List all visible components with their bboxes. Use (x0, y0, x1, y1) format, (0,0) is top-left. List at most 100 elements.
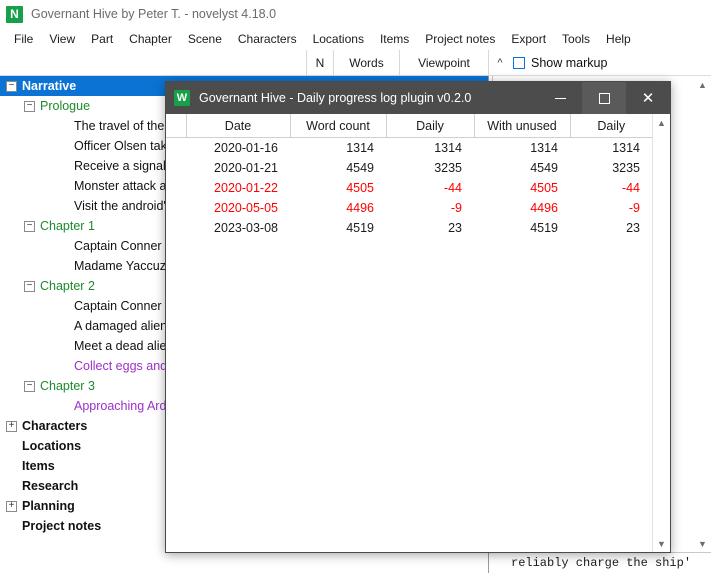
cell-daily-unused: 3235 (612, 161, 640, 175)
column-header-tree[interactable] (0, 50, 307, 75)
menu-item-tools[interactable]: Tools (554, 30, 598, 48)
column-header-daily[interactable]: Daily (386, 114, 475, 138)
menu-item-chapter[interactable]: Chapter (121, 30, 180, 48)
column-header-words[interactable]: Words (334, 50, 400, 75)
tree-plus-icon[interactable]: + (6, 500, 17, 512)
cell-with-unused: 4496 (530, 201, 558, 215)
show-markup-label: Show markup (531, 55, 608, 70)
tree-item-label: Project notes (22, 519, 102, 533)
tree-minus-icon[interactable]: − (24, 280, 35, 292)
progress-log-table: Date Word count Daily With unused Daily … (166, 114, 652, 238)
cell-date: 2020-05-05 (214, 201, 278, 215)
table-row[interactable]: 2023-03-08 4519 23 4519 23 (166, 218, 652, 238)
chevron-up-icon[interactable]: ^ (493, 57, 507, 69)
cell-with-unused: 1314 (530, 141, 558, 155)
dialog-close-button[interactable]: ✕ (626, 82, 670, 114)
column-header-daily-unused[interactable]: Daily (570, 114, 652, 138)
dialog-maximize-button[interactable] (582, 82, 626, 114)
menu-item-file[interactable]: File (6, 30, 41, 48)
tree-item-label: Prologue (40, 99, 91, 113)
menu-item-characters[interactable]: Characters (230, 30, 305, 48)
table-row[interactable]: 2020-01-21 4549 3235 4549 3235 (166, 158, 652, 178)
cell-daily: -44 (443, 181, 462, 195)
cell-daily-unused: 1314 (612, 141, 640, 155)
column-header-blank[interactable] (166, 114, 187, 138)
table-row[interactable]: 2020-01-16 1314 1314 1314 1314 (166, 138, 652, 159)
cell-daily-unused: -9 (628, 201, 640, 215)
tree-item-label: Locations (22, 439, 82, 453)
row-indicator-cell (166, 218, 186, 238)
tree-minus-icon[interactable]: − (24, 100, 35, 112)
cell-word-count: 4519 (346, 221, 374, 235)
tree-minus-icon[interactable]: − (24, 380, 35, 392)
menu-item-locations[interactable]: Locations (305, 30, 372, 48)
column-header-viewpoint[interactable]: Viewpoint (400, 50, 489, 75)
cell-daily: 1314 (434, 141, 462, 155)
show-markup-checkbox[interactable] (513, 56, 525, 69)
cell-date: 2020-01-21 (214, 161, 278, 175)
cell-word-count: 4549 (346, 161, 374, 175)
menu-bar: File View Part Chapter Scene Characters … (0, 28, 711, 50)
menu-item-items[interactable]: Items (372, 30, 417, 48)
menu-item-view[interactable]: View (41, 30, 83, 48)
tree-item-label: Meet a dead alien (74, 339, 174, 353)
window-title: Governant Hive by Peter T. - novelyst 4.… (31, 7, 277, 21)
table-row[interactable]: 2020-01-22 4505 -44 4505 -44 (166, 178, 652, 198)
close-icon: ✕ (641, 89, 655, 107)
tree-plus-icon[interactable]: + (6, 420, 17, 432)
tree-minus-icon[interactable]: − (24, 220, 35, 232)
dialog-body: Date Word count Daily With unused Daily … (166, 114, 670, 552)
daily-progress-log-dialog: W Governant Hive - Daily progress log pl… (165, 81, 671, 553)
tree-item-label: Research (22, 479, 79, 493)
menu-item-export[interactable]: Export (503, 30, 554, 48)
cell-with-unused: 4549 (530, 161, 558, 175)
row-indicator-cell (166, 158, 186, 178)
editor-toolbar: ^ Show markup (489, 50, 711, 76)
cell-with-unused: 4519 (530, 221, 558, 235)
window-titlebar: N Governant Hive by Peter T. - novelyst … (0, 0, 711, 28)
cell-daily: -9 (450, 201, 462, 215)
tree-item-label: Approaching Arda (74, 399, 174, 413)
cell-date: 2020-01-22 (214, 181, 278, 195)
menu-item-project-notes[interactable]: Project notes (417, 30, 503, 48)
menu-item-scene[interactable]: Scene (180, 30, 230, 48)
table-header-row: Date Word count Daily With unused Daily (166, 114, 652, 138)
cell-with-unused: 4505 (530, 181, 558, 195)
dialog-minimize-button[interactable] (538, 82, 582, 114)
scroll-down-icon[interactable]: ▼ (694, 535, 711, 552)
column-header-date[interactable]: Date (186, 114, 291, 138)
dialog-scroll-down-icon[interactable]: ▼ (653, 535, 670, 552)
menu-item-part[interactable]: Part (83, 30, 121, 48)
tree-item-label: Chapter 2 (40, 279, 95, 293)
tree-item-label: Items (22, 459, 55, 473)
novelyst-app-icon: N (6, 5, 23, 23)
column-header-word-count[interactable]: Word count (290, 114, 387, 138)
column-header-n[interactable]: N (307, 50, 334, 75)
tree-minus-icon[interactable]: − (6, 80, 17, 92)
cell-daily: 3235 (434, 161, 462, 175)
dialog-scroll-up-icon[interactable]: ▲ (653, 114, 670, 131)
cell-daily: 23 (448, 221, 462, 235)
scroll-up-icon[interactable]: ▲ (694, 76, 711, 93)
cell-date: 2023-03-08 (214, 221, 278, 235)
dialog-scrollbar[interactable]: ▲ ▼ (652, 114, 670, 552)
tree-column-headers: N Words Viewpoint (0, 50, 489, 76)
editor-scrollbar[interactable]: ▲ ▼ (694, 76, 711, 552)
cell-daily-unused: 23 (626, 221, 640, 235)
dialog-titlebar[interactable]: W Governant Hive - Daily progress log pl… (166, 82, 670, 114)
column-header-with-unused[interactable]: With unused (474, 114, 571, 138)
application-window: N Governant Hive by Peter T. - novelyst … (0, 0, 711, 573)
plugin-window-icon: W (174, 90, 190, 106)
menu-item-help[interactable]: Help (598, 30, 639, 48)
table-row[interactable]: 2020-05-05 4496 -9 4496 -9 (166, 198, 652, 218)
